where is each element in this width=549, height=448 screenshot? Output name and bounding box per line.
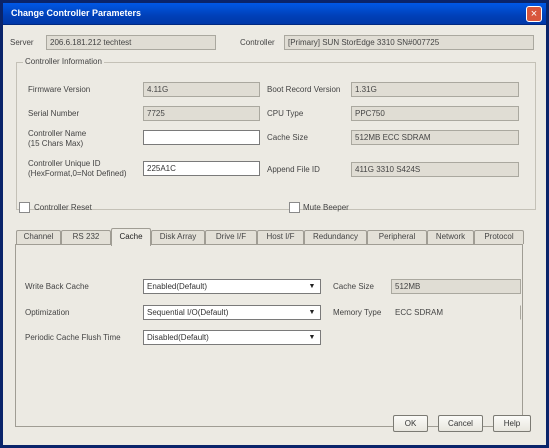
tab-protocol[interactable]: Protocol: [474, 230, 524, 244]
optimization-select[interactable]: Sequential I/O(Default) ▼: [143, 305, 321, 320]
memory-type-label: Memory Type: [333, 308, 382, 317]
controller-name-input[interactable]: [143, 130, 260, 145]
optimization-label: Optimization: [25, 308, 70, 317]
chevron-down-icon[interactable]: ▼: [306, 332, 318, 343]
tab-host-if[interactable]: Host I/F: [257, 230, 304, 244]
unique-id-input[interactable]: [143, 161, 260, 176]
tab-cache[interactable]: Cache: [111, 228, 151, 246]
cpu-type-field: PPC750: [351, 106, 519, 121]
cancel-button[interactable]: Cancel: [438, 415, 483, 432]
controller-field: [Primary] SUN StorEdge 3310 SN#007725: [284, 35, 534, 50]
cache-size-label: Cache Size: [267, 133, 308, 142]
memory-type-field: ECC SDRAM: [391, 305, 521, 320]
boot-record-label: Boot Record Version: [267, 85, 341, 94]
chevron-down-icon[interactable]: ▼: [306, 281, 318, 292]
dialog-window: Change Controller Parameters × Server 20…: [0, 0, 549, 448]
controller-name-hint: (15 Chars Max): [28, 139, 84, 148]
tab-redundancy[interactable]: Redundancy: [304, 230, 367, 244]
write-back-value: Enabled(Default): [147, 282, 208, 291]
controller-reset-checkbox[interactable]: [19, 202, 30, 213]
append-file-field: 411G 3310 S424S: [351, 162, 519, 177]
flush-time-value: Disabled(Default): [147, 333, 209, 342]
server-label: Server: [10, 38, 34, 47]
chevron-down-icon[interactable]: ▼: [306, 307, 318, 318]
title-bar[interactable]: Change Controller Parameters ×: [3, 3, 546, 25]
flush-time-select[interactable]: Disabled(Default) ▼: [143, 330, 321, 345]
firmware-version-label: Firmware Version: [28, 85, 91, 94]
write-back-select[interactable]: Enabled(Default) ▼: [143, 279, 321, 294]
cache-tab-size-label: Cache Size: [333, 282, 374, 291]
mute-beeper-label: Mute Beeper: [303, 203, 349, 212]
tab-peripheral[interactable]: Peripheral: [367, 230, 427, 244]
close-button[interactable]: ×: [526, 6, 542, 22]
tab-network[interactable]: Network: [427, 230, 474, 244]
tab-disk-array[interactable]: Disk Array: [151, 230, 205, 244]
serial-number-label: Serial Number: [28, 109, 80, 118]
controller-reset-label: Controller Reset: [34, 203, 92, 212]
firmware-version-field: 4.11G: [143, 82, 260, 97]
tab-channel[interactable]: Channel: [16, 230, 61, 244]
cache-size-field: 512MB ECC SDRAM: [351, 130, 519, 145]
serial-number-field: 7725: [143, 106, 260, 121]
ok-button[interactable]: OK: [393, 415, 428, 432]
append-file-label: Append File ID: [267, 165, 320, 174]
controller-name-label: Controller Name: [28, 129, 87, 138]
write-back-label: Write Back Cache: [25, 282, 89, 291]
flush-time-label: Periodic Cache Flush Time: [25, 333, 121, 342]
help-button[interactable]: Help: [493, 415, 531, 432]
dialog-body: Server 206.6.181.212 techtest Controller…: [3, 25, 546, 445]
unique-id-label: Controller Unique ID: [28, 159, 101, 168]
tab-rs232[interactable]: RS 232: [61, 230, 111, 244]
controller-info-title: Controller Information: [23, 57, 104, 66]
optimization-value: Sequential I/O(Default): [147, 308, 229, 317]
tab-drive-if[interactable]: Drive I/F: [205, 230, 257, 244]
boot-record-field: 1.31G: [351, 82, 519, 97]
controller-label: Controller: [240, 38, 275, 47]
cpu-type-label: CPU Type: [267, 109, 304, 118]
server-field: 206.6.181.212 techtest: [46, 35, 216, 50]
cache-tab-size-field: 512MB: [391, 279, 521, 294]
mute-beeper-checkbox[interactable]: [289, 202, 300, 213]
window-title: Change Controller Parameters: [11, 8, 142, 18]
unique-id-hint: (HexFormat,0=Not Defined): [28, 169, 127, 178]
